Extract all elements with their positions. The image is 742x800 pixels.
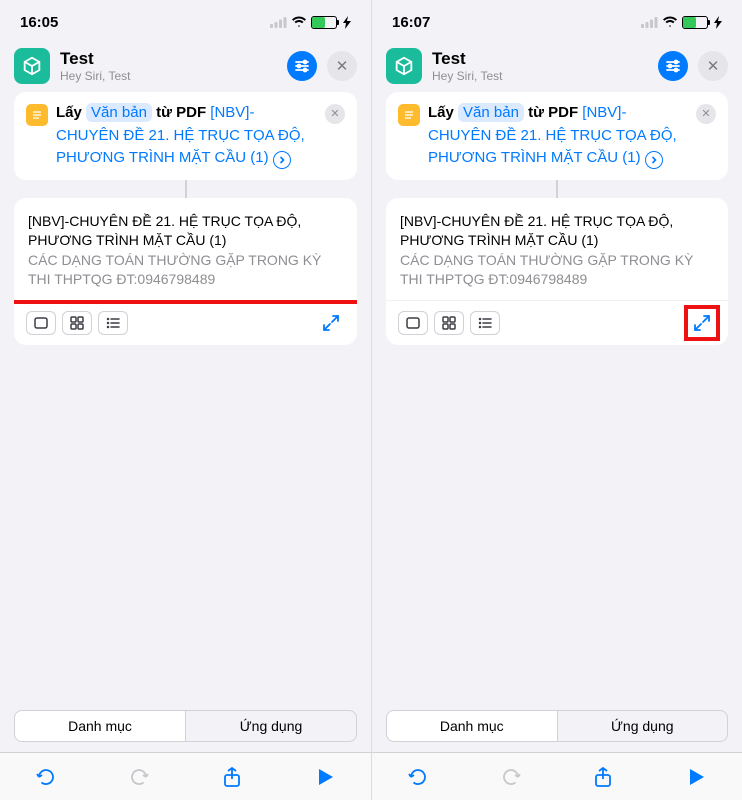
settings-button[interactable] — [658, 51, 688, 81]
connector-line — [185, 180, 187, 198]
charging-icon — [714, 16, 722, 29]
content-area: Lấy Văn bản từ PDF [NBV]-CHUYÊN ĐỀ 21. H… — [0, 92, 371, 700]
cellular-icon — [641, 17, 658, 28]
settings-button[interactable] — [287, 51, 317, 81]
tab-apps[interactable]: Ứng dụng — [186, 710, 357, 742]
undo-button[interactable] — [398, 757, 438, 797]
header: Test Hey Siri, Test ✕ — [0, 44, 371, 92]
tab-categories[interactable]: Danh mục — [386, 710, 558, 742]
shortcut-subtitle: Hey Siri, Test — [432, 69, 648, 83]
status-icons — [641, 16, 722, 29]
action-card[interactable]: Lấy Văn bản từ PDF [NBV]-CHUYÊN ĐỀ 21. H… — [386, 92, 728, 180]
charging-icon — [343, 16, 351, 29]
result-title: [NBV]-CHUYÊN ĐỀ 21. HỆ TRỤC TỌA ĐỘ, PHƯƠ… — [400, 212, 714, 251]
shortcut-title: Test — [432, 49, 648, 69]
result-body[interactable]: [NBV]-CHUYÊN ĐỀ 21. HỆ TRỤC TỌA ĐỘ, PHƯƠ… — [14, 198, 357, 300]
wifi-icon — [291, 16, 307, 28]
chevron-right-icon[interactable] — [273, 151, 291, 169]
bottom-tabs: Danh mục Ứng dụng — [372, 700, 742, 752]
view-grid-button[interactable] — [62, 311, 92, 335]
status-bar: 16:05 — [0, 0, 371, 44]
cellular-icon — [270, 17, 287, 28]
view-single-button[interactable] — [26, 311, 56, 335]
result-subtitle: CÁC DẠNG TOÁN THƯỜNG GẶP TRONG KỲ THI TH… — [28, 251, 343, 290]
view-list-button[interactable] — [98, 311, 128, 335]
view-single-button[interactable] — [398, 311, 428, 335]
view-grid-button[interactable] — [434, 311, 464, 335]
bottom-tabs: Danh mục Ứng dụng — [0, 700, 371, 752]
result-body[interactable]: [NBV]-CHUYÊN ĐỀ 21. HỆ TRỤC TỌA ĐỘ, PHƯƠ… — [386, 198, 728, 300]
status-time: 16:07 — [392, 14, 430, 31]
header-titles: Test Hey Siri, Test — [60, 49, 277, 83]
action-text: Lấy Văn bản từ PDF [NBV]-CHUYÊN ĐỀ 21. H… — [56, 102, 317, 170]
action-mid: từ PDF — [528, 104, 578, 121]
undo-button[interactable] — [26, 757, 66, 797]
shortcut-title: Test — [60, 49, 277, 69]
content-area: Lấy Văn bản từ PDF [NBV]-CHUYÊN ĐỀ 21. H… — [372, 92, 742, 700]
tab-categories[interactable]: Danh mục — [14, 710, 186, 742]
status-time: 16:05 — [20, 14, 58, 31]
result-toolbar — [14, 300, 357, 345]
run-button[interactable] — [676, 757, 716, 797]
action-card[interactable]: Lấy Văn bản từ PDF [NBV]-CHUYÊN ĐỀ 21. H… — [14, 92, 357, 180]
action-verb: Lấy — [428, 104, 454, 121]
wifi-icon — [662, 16, 678, 28]
text-action-icon — [398, 104, 420, 126]
shortcut-subtitle: Hey Siri, Test — [60, 69, 277, 83]
close-button[interactable]: ✕ — [698, 51, 728, 81]
header: Test Hey Siri, Test ✕ — [372, 44, 742, 92]
bottom-toolbar — [372, 752, 742, 800]
battery-icon — [311, 16, 337, 29]
app-icon — [386, 48, 422, 84]
view-list-button[interactable] — [470, 311, 500, 335]
run-button[interactable] — [305, 757, 345, 797]
clear-action-button[interactable]: ✕ — [696, 104, 716, 124]
expand-button[interactable] — [317, 309, 345, 337]
result-toolbar — [386, 300, 728, 345]
text-action-icon — [26, 104, 48, 126]
result-card: [NBV]-CHUYÊN ĐỀ 21. HỆ TRỤC TỌA ĐỘ, PHƯƠ… — [386, 198, 728, 345]
redo-button[interactable] — [491, 757, 531, 797]
action-var-text[interactable]: Văn bản — [458, 103, 524, 122]
close-button[interactable]: ✕ — [327, 51, 357, 81]
clear-action-button[interactable]: ✕ — [325, 104, 345, 124]
result-card: [NBV]-CHUYÊN ĐỀ 21. HỆ TRỤC TỌA ĐỘ, PHƯƠ… — [14, 198, 357, 345]
result-title: [NBV]-CHUYÊN ĐỀ 21. HỆ TRỤC TỌA ĐỘ, PHƯƠ… — [28, 212, 343, 251]
connector-line — [556, 180, 558, 198]
status-icons — [270, 16, 351, 29]
share-button[interactable] — [212, 757, 252, 797]
action-var-text[interactable]: Văn bản — [86, 103, 152, 122]
result-subtitle: CÁC DẠNG TOÁN THƯỜNG GẶP TRONG KỲ THI TH… — [400, 251, 714, 290]
header-titles: Test Hey Siri, Test — [432, 49, 648, 83]
status-bar: 16:07 — [372, 0, 742, 44]
app-icon — [14, 48, 50, 84]
expand-button[interactable] — [688, 309, 716, 337]
screen-right: 16:07 Test Hey Siri, Test ✕ Lấy Văn bản … — [371, 0, 742, 800]
action-mid: từ PDF — [156, 104, 206, 121]
tab-apps[interactable]: Ứng dụng — [558, 710, 729, 742]
redo-button[interactable] — [119, 757, 159, 797]
battery-icon — [682, 16, 708, 29]
screen-left: 16:05 Test Hey Siri, Test ✕ Lấy Văn bản … — [0, 0, 371, 800]
share-button[interactable] — [583, 757, 623, 797]
chevron-right-icon[interactable] — [645, 151, 663, 169]
bottom-toolbar — [0, 752, 371, 800]
action-text: Lấy Văn bản từ PDF [NBV]-CHUYÊN ĐỀ 21. H… — [428, 102, 688, 170]
action-verb: Lấy — [56, 104, 82, 121]
